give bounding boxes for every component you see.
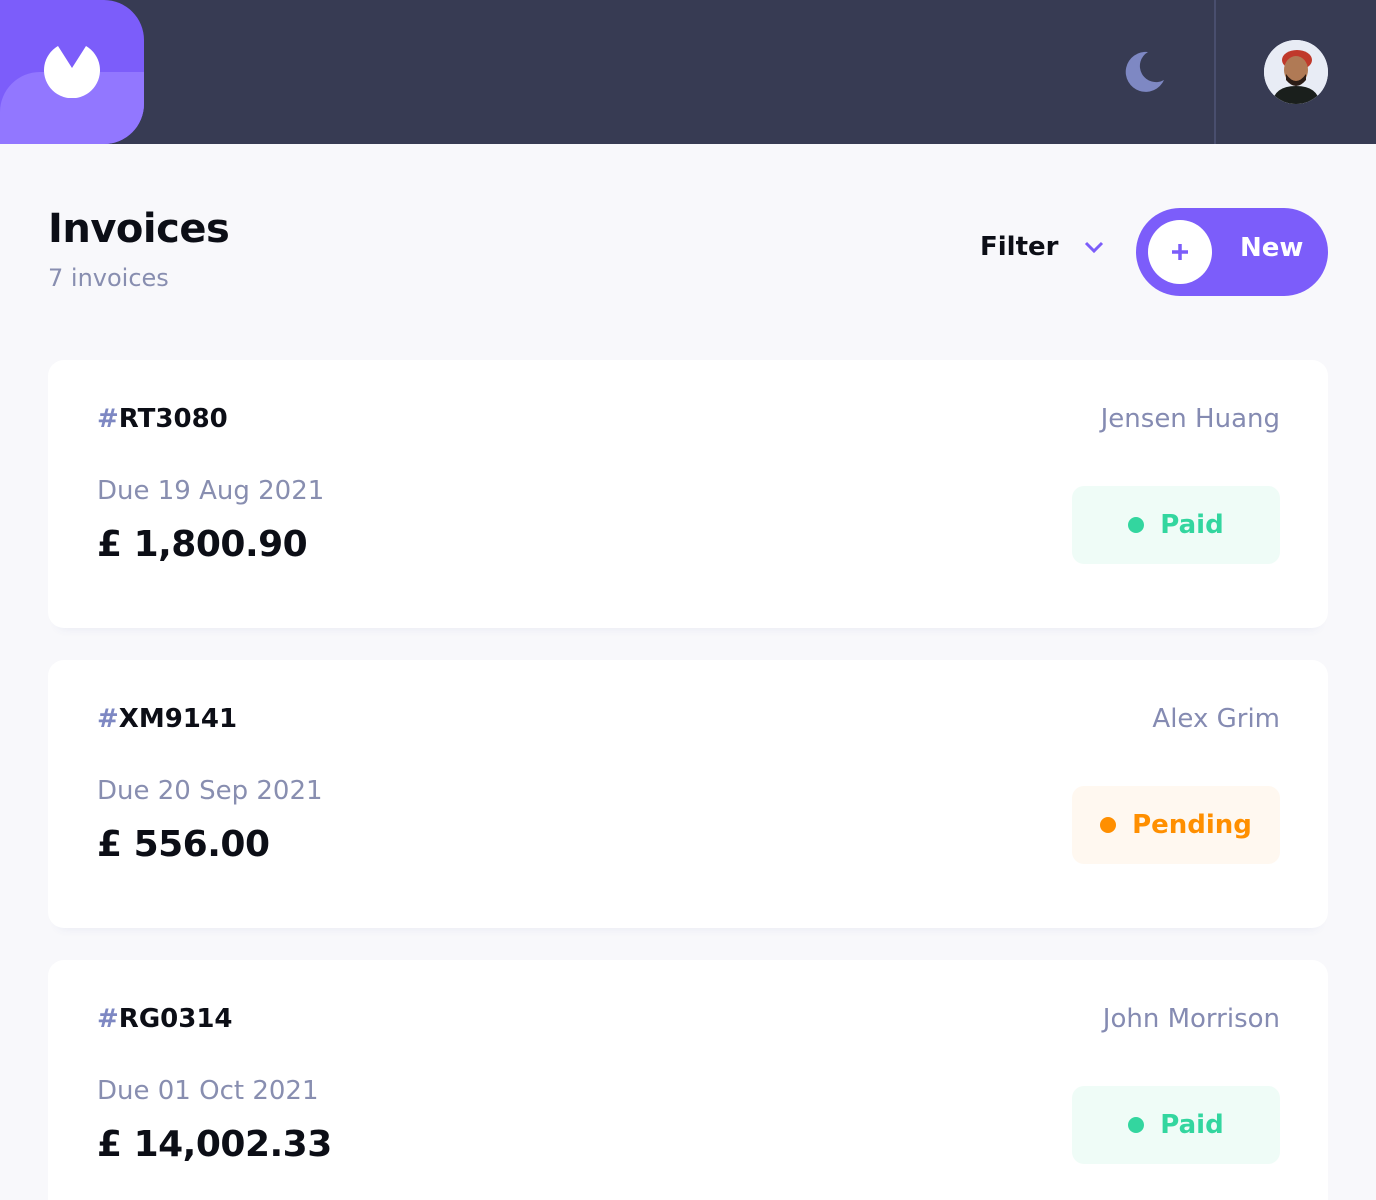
- status-label: Paid: [1160, 1110, 1224, 1140]
- invoice-card[interactable]: #RG0314 John Morrison Due 01 Oct 2021 £ …: [48, 960, 1328, 1200]
- app-logo[interactable]: [0, 0, 144, 144]
- status-badge: Paid: [1072, 1086, 1280, 1164]
- due-date: Due 19 Aug 2021: [97, 476, 325, 506]
- new-invoice-button[interactable]: New: [1136, 208, 1328, 296]
- chevron-down-icon: [1085, 241, 1104, 254]
- header-divider: [1214, 0, 1216, 144]
- invoice-id: #XM9141: [97, 704, 238, 734]
- status-dot: [1128, 1117, 1145, 1133]
- status-label: Pending: [1132, 810, 1252, 840]
- top-bar: [0, 0, 1376, 144]
- plus-icon: [1172, 244, 1188, 260]
- theme-toggle-button[interactable]: [1122, 48, 1168, 94]
- avatar-image: [1264, 40, 1328, 104]
- invoice-id: #RT3080: [97, 404, 228, 434]
- due-date: Due 01 Oct 2021: [97, 1076, 319, 1106]
- status-badge: Pending: [1072, 786, 1280, 864]
- plus-circle: [1148, 220, 1212, 284]
- filter-label: Filter: [980, 232, 1059, 262]
- status-badge: Paid: [1072, 486, 1280, 564]
- invoice-card[interactable]: #XM9141 Alex Grim Due 20 Sep 2021 £ 556.…: [48, 660, 1328, 928]
- status-dot: [1128, 517, 1145, 533]
- client-name: Alex Grim: [1152, 704, 1280, 734]
- invoice-amount: £ 1,800.90: [97, 524, 308, 565]
- invoice-id: #RG0314: [97, 1004, 233, 1034]
- invoice-card[interactable]: #RT3080 Jensen Huang Due 19 Aug 2021 £ 1…: [48, 360, 1328, 628]
- user-avatar[interactable]: [1264, 40, 1328, 104]
- new-invoice-label: New: [1240, 233, 1304, 263]
- page-title: Invoices: [48, 206, 230, 252]
- invoice-amount: £ 14,002.33: [97, 1124, 332, 1165]
- due-date: Due 20 Sep 2021: [97, 776, 323, 806]
- status-dot: [1100, 817, 1117, 833]
- client-name: John Morrison: [1102, 1004, 1280, 1034]
- filter-dropdown[interactable]: Filter: [980, 232, 1104, 262]
- moon-icon: [1125, 51, 1164, 92]
- client-name: Jensen Huang: [1100, 404, 1280, 434]
- app-logo-icon: [44, 46, 100, 98]
- status-label: Paid: [1160, 510, 1224, 540]
- invoice-amount: £ 556.00: [97, 824, 270, 865]
- invoice-count: 7 invoices: [48, 264, 169, 292]
